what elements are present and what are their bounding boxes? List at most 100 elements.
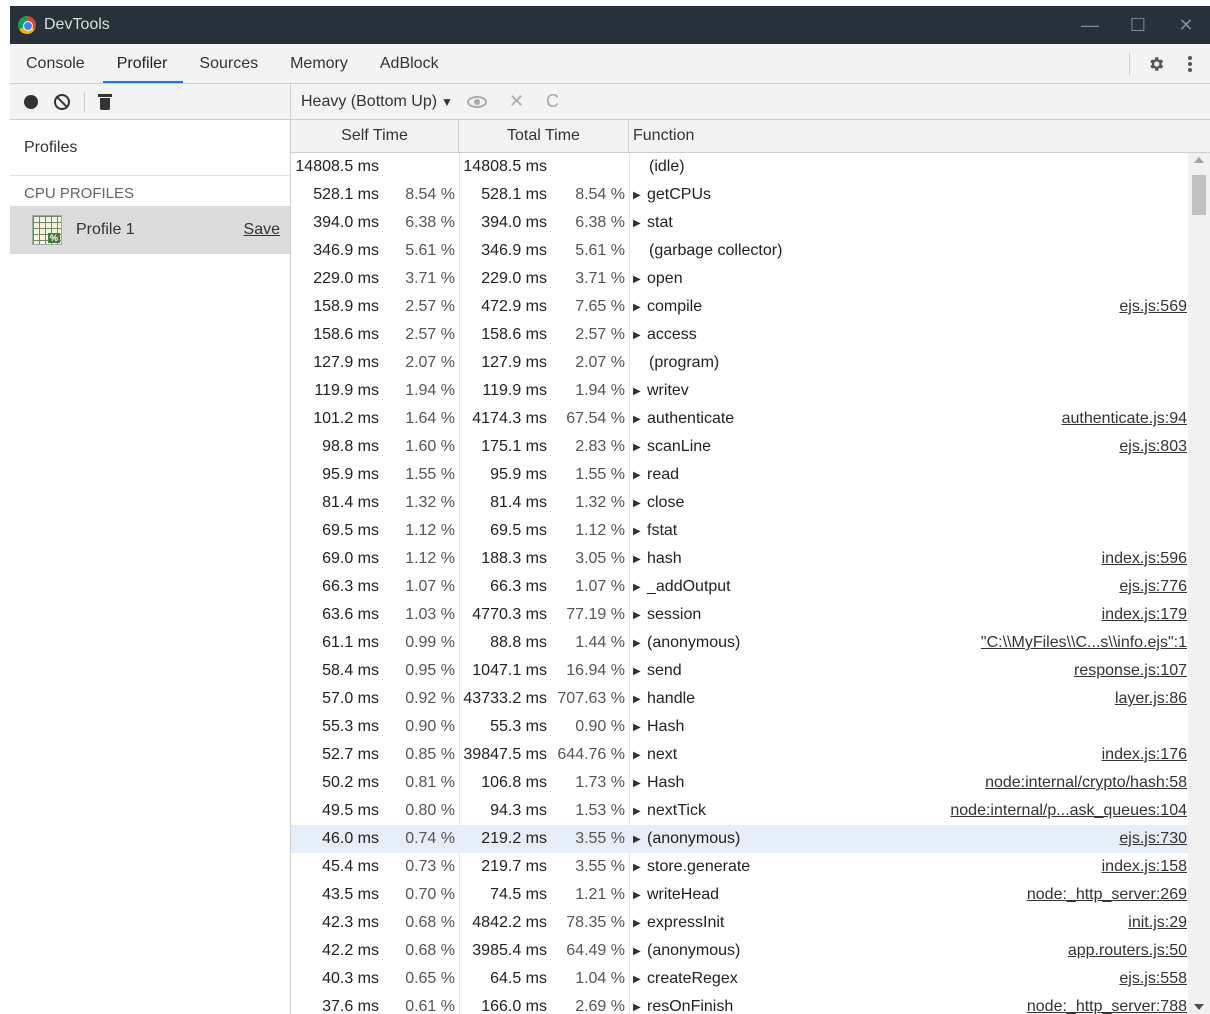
reload-icon[interactable]: C <box>546 91 559 112</box>
more-options-icon[interactable] <box>1176 50 1204 78</box>
view-mode-select[interactable]: Heavy (Bottom Up) ▼ <box>301 93 453 111</box>
expand-arrow-icon[interactable]: ▶ <box>633 554 643 565</box>
expand-arrow-icon[interactable]: ▶ <box>633 190 643 201</box>
scroll-down-arrow-icon[interactable] <box>1194 1004 1204 1010</box>
source-link[interactable]: index.js:176 <box>1102 746 1189 764</box>
expand-arrow-icon[interactable]: ▶ <box>633 918 643 929</box>
close-window-button[interactable]: ✕ <box>1162 6 1210 44</box>
expand-arrow-icon[interactable]: ▶ <box>633 862 643 873</box>
source-link[interactable]: ejs.js:803 <box>1119 438 1189 456</box>
source-link[interactable]: node:internal/p...ask_queues:104 <box>950 802 1189 820</box>
table-row[interactable]: 394.0 ms 6.38 % 394.0 ms 6.38 % ▶ stat <box>291 209 1189 237</box>
expand-arrow-icon[interactable]: ▶ <box>633 330 643 341</box>
table-row[interactable]: 49.5 ms 0.80 % 94.3 ms 1.53 % ▶ nextTick node:… <box>291 797 1189 825</box>
table-row[interactable]: 81.4 ms 1.32 % 81.4 ms 1.32 % ▶ close <box>291 489 1189 517</box>
record-icon[interactable] <box>24 94 38 109</box>
source-link[interactable]: authenticate.js:94 <box>1062 410 1189 428</box>
close-icon[interactable]: ✕ <box>509 91 524 112</box>
table-row[interactable]: 158.6 ms 2.57 % 158.6 ms 2.57 % ▶ access <box>291 321 1189 349</box>
expand-arrow-icon[interactable]: ▶ <box>633 302 643 313</box>
scrollbar-thumb[interactable] <box>1192 175 1206 215</box>
table-row[interactable]: 40.3 ms 0.65 % 64.5 ms 1.04 % ▶ createRegex ej… <box>291 965 1189 993</box>
table-row[interactable]: 95.9 ms 1.55 % 95.9 ms 1.55 % ▶ read <box>291 461 1189 489</box>
column-header-total-time[interactable]: Total Time <box>459 120 629 152</box>
table-row[interactable]: 46.0 ms 0.74 % 219.2 ms 3.55 % ▶ (anonymous) e… <box>291 825 1189 853</box>
expand-arrow-icon[interactable]: ▶ <box>633 442 643 453</box>
table-row[interactable]: 69.5 ms 1.12 % 69.5 ms 1.12 % ▶ fstat <box>291 517 1189 545</box>
table-row[interactable]: 57.0 ms 0.92 % 43733.2 ms 707.63 % ▶ handle la… <box>291 685 1189 713</box>
table-row[interactable]: 528.1 ms 8.54 % 528.1 ms 8.54 % ▶ getCPUs <box>291 181 1189 209</box>
source-link[interactable]: node:_http_server:269 <box>1027 886 1189 904</box>
source-link[interactable]: "C:\\MyFiles\\C...s\\info.ejs":1 <box>981 634 1189 652</box>
expand-arrow-icon[interactable]: ▶ <box>633 834 643 845</box>
eye-icon[interactable] <box>466 95 487 108</box>
gear-icon[interactable] <box>1142 50 1170 78</box>
table-row[interactable]: 119.9 ms 1.94 % 119.9 ms 1.94 % ▶ writev <box>291 377 1189 405</box>
table-row[interactable]: 63.6 ms 1.03 % 4770.3 ms 77.19 % ▶ session ind… <box>291 601 1189 629</box>
table-row[interactable]: 45.4 ms 0.73 % 219.7 ms 3.55 % ▶ store.genera… <box>291 853 1189 881</box>
scroll-up-arrow-icon[interactable] <box>1194 157 1204 163</box>
expand-arrow-icon[interactable]: ▶ <box>633 638 643 649</box>
expand-arrow-icon[interactable]: ▶ <box>633 582 643 593</box>
table-row[interactable]: 14808.5 ms 14808.5 ms (idle) <box>291 153 1189 181</box>
minimize-button[interactable]: — <box>1066 6 1114 44</box>
tab-console[interactable]: Console <box>10 44 101 83</box>
source-link[interactable]: ejs.js:569 <box>1119 298 1189 316</box>
table-row[interactable]: 50.2 ms 0.81 % 106.8 ms 1.73 % ▶ Hash node:int… <box>291 769 1189 797</box>
expand-arrow-icon[interactable]: ▶ <box>633 666 643 677</box>
table-row[interactable]: 346.9 ms 5.61 % 346.9 ms 5.61 % (garbage col… <box>291 237 1189 265</box>
table-row[interactable]: 101.2 ms 1.64 % 4174.3 ms 67.54 % ▶ authentic… <box>291 405 1189 433</box>
table-row[interactable]: 229.0 ms 3.71 % 229.0 ms 3.71 % ▶ open <box>291 265 1189 293</box>
table-row[interactable]: 42.2 ms 0.68 % 3985.4 ms 64.49 % ▶ (anonymous… <box>291 937 1189 965</box>
save-profile-link[interactable]: Save <box>244 221 280 239</box>
source-link[interactable]: ejs.js:558 <box>1119 970 1189 988</box>
vertical-scrollbar[interactable] <box>1188 153 1210 1014</box>
table-row[interactable]: 52.7 ms 0.85 % 39847.5 ms 644.76 % ▶ next inde… <box>291 741 1189 769</box>
source-link[interactable]: layer.js:86 <box>1115 690 1189 708</box>
tab-sources[interactable]: Sources <box>183 44 274 83</box>
table-row[interactable]: 58.4 ms 0.95 % 1047.1 ms 16.94 % ▶ send respon… <box>291 657 1189 685</box>
table-row[interactable]: 42.3 ms 0.68 % 4842.2 ms 78.35 % ▶ expressIni… <box>291 909 1189 937</box>
table-row[interactable]: 127.9 ms 2.07 % 127.9 ms 2.07 % (program) <box>291 349 1189 377</box>
profiles-heading[interactable]: Profiles <box>10 120 290 176</box>
tab-adblock[interactable]: AdBlock <box>364 44 455 83</box>
expand-arrow-icon[interactable]: ▶ <box>633 414 643 425</box>
table-row[interactable]: 69.0 ms 1.12 % 188.3 ms 3.05 % ▶ hash index.js… <box>291 545 1189 573</box>
source-link[interactable]: ejs.js:776 <box>1119 578 1189 596</box>
source-link[interactable]: app.routers.js:50 <box>1068 942 1189 960</box>
expand-arrow-icon[interactable]: ▶ <box>633 470 643 481</box>
source-link[interactable]: ejs.js:730 <box>1119 830 1189 848</box>
tab-profiler[interactable]: Profiler <box>101 44 184 83</box>
sidebar-item-profile-1[interactable]: % Profile 1 Save <box>10 206 290 254</box>
expand-arrow-icon[interactable]: ▶ <box>633 274 643 285</box>
expand-arrow-icon[interactable]: ▶ <box>633 806 643 817</box>
expand-arrow-icon[interactable]: ▶ <box>633 610 643 621</box>
expand-arrow-icon[interactable]: ▶ <box>633 750 643 761</box>
expand-arrow-icon[interactable]: ▶ <box>633 722 643 733</box>
source-link[interactable]: index.js:158 <box>1102 858 1189 876</box>
table-row[interactable]: 43.5 ms 0.70 % 74.5 ms 1.21 % ▶ writeHead node… <box>291 881 1189 909</box>
expand-arrow-icon[interactable]: ▶ <box>633 526 643 537</box>
source-link[interactable]: index.js:596 <box>1102 550 1189 568</box>
column-header-self-time[interactable]: Self Time <box>291 120 459 152</box>
expand-arrow-icon[interactable]: ▶ <box>633 890 643 901</box>
table-row[interactable]: 55.3 ms 0.90 % 55.3 ms 0.90 % ▶ Hash <box>291 713 1189 741</box>
table-row[interactable]: 66.3 ms 1.07 % 66.3 ms 1.07 % ▶ _addOutput ejs… <box>291 573 1189 601</box>
table-row[interactable]: 37.6 ms 0.61 % 166.0 ms 2.69 % ▶ resOnFinish n… <box>291 993 1189 1014</box>
expand-arrow-icon[interactable]: ▶ <box>633 974 643 985</box>
expand-arrow-icon[interactable]: ▶ <box>633 946 643 957</box>
expand-arrow-icon[interactable]: ▶ <box>633 1002 643 1013</box>
source-link[interactable]: index.js:179 <box>1102 606 1189 624</box>
expand-arrow-icon[interactable]: ▶ <box>633 694 643 705</box>
table-row[interactable]: 61.1 ms 0.99 % 88.8 ms 1.44 % ▶ (anonymous) "C… <box>291 629 1189 657</box>
expand-arrow-icon[interactable]: ▶ <box>633 218 643 229</box>
expand-arrow-icon[interactable]: ▶ <box>633 498 643 509</box>
expand-arrow-icon[interactable]: ▶ <box>633 386 643 397</box>
clear-icon[interactable] <box>54 93 70 110</box>
source-link[interactable]: response.js:107 <box>1074 662 1189 680</box>
source-link[interactable]: node:_http_server:788 <box>1027 998 1189 1014</box>
tab-memory[interactable]: Memory <box>274 44 364 83</box>
column-header-function[interactable]: Function <box>629 120 1210 152</box>
expand-arrow-icon[interactable]: ▶ <box>633 778 643 789</box>
table-row[interactable]: 98.8 ms 1.60 % 175.1 ms 2.83 % ▶ scanLine ejs.… <box>291 433 1189 461</box>
